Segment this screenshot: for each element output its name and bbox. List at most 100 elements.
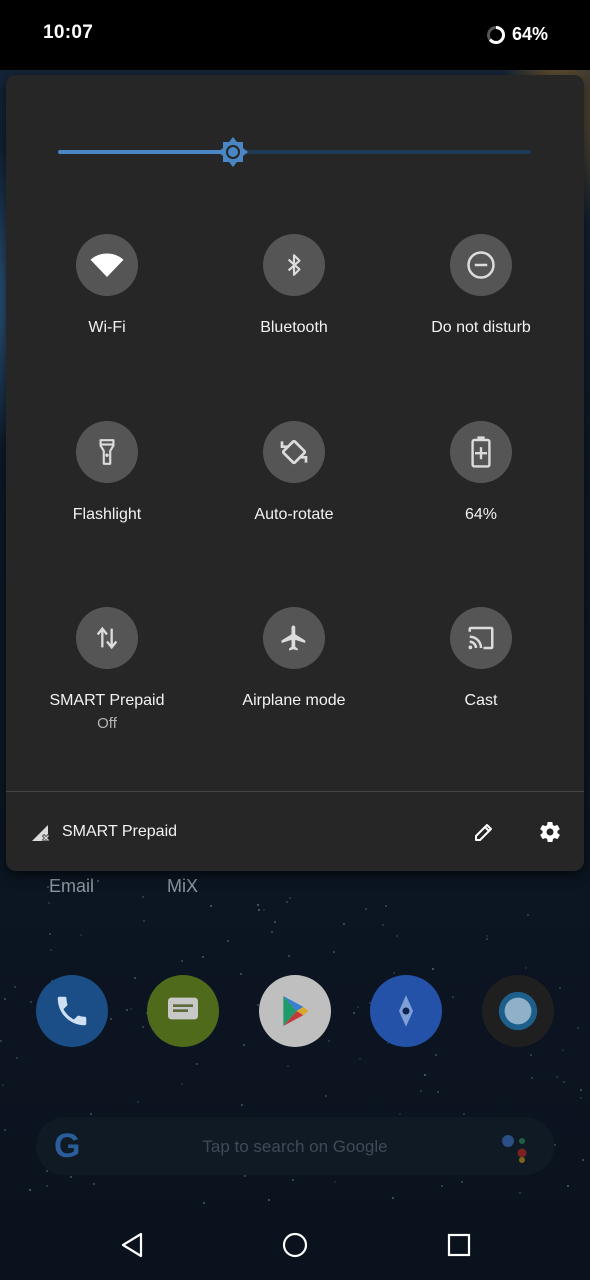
cast-icon: [468, 626, 494, 650]
home-button[interactable]: [280, 1230, 310, 1260]
tile-label: Do not disturb: [431, 319, 531, 336]
wallpaper-star: [333, 951, 335, 953]
cast-tile-button[interactable]: [450, 607, 512, 669]
maps-app-icon[interactable]: [370, 975, 442, 1047]
tile-do-not-disturb[interactable]: Do not disturb: [391, 234, 571, 354]
wallpaper-star: [286, 901, 288, 903]
wallpaper-star: [530, 1054, 532, 1056]
settings-gear-icon[interactable]: [538, 820, 562, 844]
wallpaper-star: [14, 986, 16, 988]
wallpaper-star: [486, 938, 488, 940]
do-not-disturb-icon: [467, 251, 495, 279]
tile-label: Wi-Fi: [88, 319, 126, 336]
wallpaper-star: [244, 1175, 246, 1177]
airplane-tile-button[interactable]: [263, 607, 325, 669]
wallpaper-star: [382, 924, 384, 926]
wallpaper-star: [287, 1065, 289, 1067]
wallpaper-star: [271, 931, 273, 933]
wallpaper-star: [424, 1074, 426, 1076]
wallpaper-star: [556, 1076, 558, 1078]
wallpaper-star: [46, 1185, 48, 1187]
wallpaper-star: [396, 935, 398, 937]
wallpaper-star: [567, 1185, 569, 1187]
wallpaper-star: [2, 1084, 4, 1086]
wallpaper-star: [80, 934, 82, 936]
wallpaper-star: [203, 1202, 205, 1204]
wallpaper-star: [325, 1095, 327, 1097]
wallpaper-star: [142, 1026, 144, 1028]
brightness-thumb-icon[interactable]: [217, 136, 249, 168]
battery-tile-button[interactable]: [450, 421, 512, 483]
wallpaper-star: [519, 1192, 521, 1194]
wallpaper-star: [0, 1040, 2, 1042]
wallpaper-star: [258, 909, 260, 911]
wallpaper-star: [563, 1081, 565, 1083]
tile-label: Airplane mode: [242, 692, 346, 709]
phone-app-icon[interactable]: [36, 975, 108, 1047]
wallpaper-star: [243, 1044, 245, 1046]
google-assistant-icon[interactable]: [499, 1131, 535, 1163]
auto-rotate-tile-button[interactable]: [263, 421, 325, 483]
panel-divider: [6, 791, 584, 792]
wallpaper-star: [580, 1097, 582, 1099]
airplane-icon: [281, 625, 306, 651]
wallpaper-star: [181, 1083, 183, 1085]
home-label-email[interactable]: Email: [49, 876, 94, 897]
wallpaper-star: [130, 1008, 132, 1010]
tile-mobile-data[interactable]: SMART Prepaid Off: [17, 607, 197, 747]
wallpaper-star: [240, 973, 242, 975]
wallpaper-star: [435, 1054, 437, 1056]
messages-app-icon[interactable]: [147, 975, 219, 1047]
bluetooth-tile-button[interactable]: [263, 234, 325, 296]
dnd-tile-button[interactable]: [450, 234, 512, 296]
wallpaper-star: [461, 1181, 463, 1183]
wallpaper-star: [241, 1104, 243, 1106]
edit-pencil-icon[interactable]: [472, 820, 496, 844]
search-placeholder: Tap to search on Google: [202, 1137, 388, 1156]
wallpaper-star: [126, 1009, 128, 1011]
bluetooth-icon: [287, 254, 301, 276]
tile-airplane-mode[interactable]: Airplane mode: [204, 607, 384, 727]
tile-wifi[interactable]: Wi-Fi: [17, 234, 197, 354]
wallpaper-star: [90, 1113, 92, 1115]
wallpaper-star: [432, 968, 434, 970]
brightness-slider-track[interactable]: [233, 150, 531, 154]
tile-label: Auto-rotate: [254, 506, 334, 523]
wallpaper-star: [353, 1012, 355, 1014]
wallpaper-star: [134, 977, 136, 979]
google-search-bar[interactable]: G Tap to search on Google: [36, 1117, 554, 1175]
wallpaper-star: [577, 1027, 579, 1029]
carrier-name[interactable]: SMART Prepaid: [62, 823, 177, 841]
wallpaper-star: [268, 1199, 270, 1201]
tile-battery-saver[interactable]: 64%: [391, 421, 571, 541]
home-label-mix[interactable]: MiX: [167, 876, 198, 897]
wallpaper-star: [97, 880, 99, 882]
wallpaper-star: [16, 1057, 18, 1059]
wallpaper-star: [257, 904, 259, 906]
wallpaper-star: [50, 949, 52, 951]
wallpaper-star: [554, 1144, 556, 1146]
auto-rotate-icon: [280, 439, 308, 465]
wallpaper-star: [328, 1040, 330, 1042]
tile-auto-rotate[interactable]: Auto-rotate: [204, 421, 384, 541]
wallpaper-star: [420, 1090, 422, 1092]
tile-cast[interactable]: Cast: [391, 607, 571, 727]
camera-app-icon[interactable]: [482, 975, 554, 1047]
brightness-slider-active[interactable]: [58, 150, 233, 154]
mobile-data-tile-button[interactable]: [76, 607, 138, 669]
wallpaper-star: [385, 905, 387, 907]
wallpaper-star: [437, 1091, 439, 1093]
battery-plus-icon: [471, 436, 491, 468]
wallpaper-star: [70, 1176, 72, 1178]
wallpaper-star: [46, 1170, 48, 1172]
flashlight-tile-button[interactable]: [76, 421, 138, 483]
recents-button[interactable]: [444, 1230, 474, 1260]
wallpaper-star: [441, 1185, 443, 1187]
back-button[interactable]: [117, 1230, 147, 1260]
tile-bluetooth[interactable]: Bluetooth: [204, 234, 384, 354]
wallpaper-star: [93, 1183, 95, 1185]
tile-flashlight[interactable]: Flashlight: [17, 421, 197, 541]
wifi-tile-button[interactable]: [76, 234, 138, 296]
play-store-app-icon[interactable]: [259, 975, 331, 1047]
messages-icon: [168, 997, 198, 1020]
